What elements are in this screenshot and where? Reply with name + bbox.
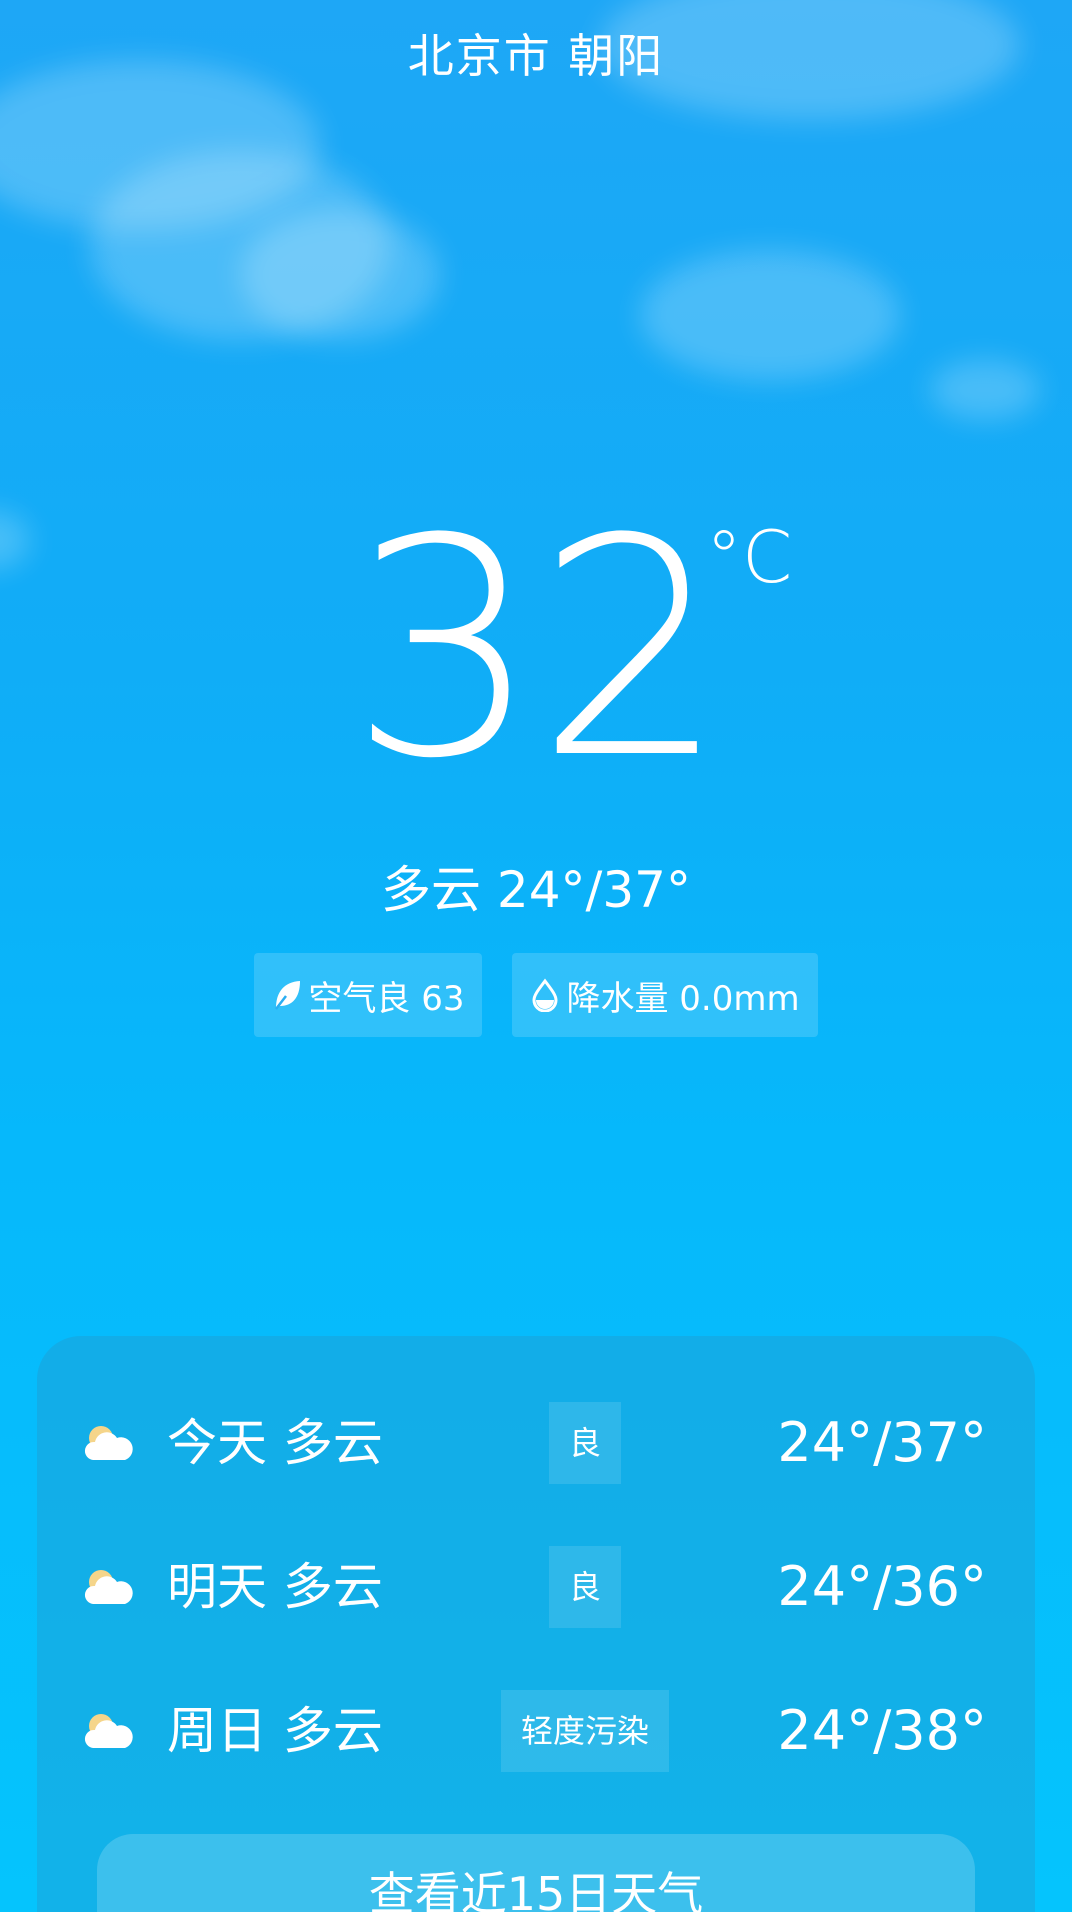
forecast-row[interactable]: 明天 多云 良 24°/36°: [37, 1542, 1035, 1632]
raindrop-icon: [532, 978, 558, 1012]
temperature-unit: °C: [706, 515, 793, 599]
leaf-icon: [275, 981, 301, 1010]
air-quality-label: 空气良 63: [308, 978, 465, 1019]
forecast-row[interactable]: 今天 多云 良 24°/37°: [37, 1398, 1035, 1488]
partly-cloudy-icon: [84, 1714, 133, 1748]
view-15-day-forecast-button[interactable]: 查看近15日天气: [97, 1834, 975, 1912]
aqi-badge: 良: [548, 1546, 622, 1628]
forecast-row[interactable]: 周日 多云 轻度污染 24°/38°: [37, 1686, 1035, 1776]
location-title[interactable]: 北京市 朝阳: [0, 20, 1072, 86]
air-quality-chip[interactable]: 空气良 63: [254, 953, 483, 1037]
forecast-day: 周日 多云: [167, 1702, 383, 1760]
forecast-day: 今天 多云: [167, 1414, 383, 1472]
precipitation-label: 降水量 0.0mm: [566, 978, 800, 1019]
forecast-card: 今天 多云 良 24°/37° 明天 多云 良 24°/36° 周日 多云 轻度…: [37, 1336, 1035, 1912]
cloud-decoration: [240, 210, 440, 340]
aqi-badge: 轻度污染: [500, 1690, 670, 1772]
weather-screen: 北京市 朝阳 32 °C 多云 24°/37° 空气良 63 降水量 0.0mm: [0, 0, 1072, 1912]
partly-cloudy-icon: [84, 1570, 133, 1604]
forecast-day: 明天 多云: [167, 1558, 383, 1616]
condition-range: 多云 24°/37°: [381, 861, 691, 919]
temperature-range: 24°/38°: [777, 1699, 987, 1762]
info-chips: 空气良 63 降水量 0.0mm: [0, 953, 1072, 1037]
partly-cloudy-icon: [84, 1426, 133, 1460]
cloud-decoration: [930, 360, 1040, 420]
temperature-range: 24°/36°: [777, 1555, 987, 1618]
precipitation-chip[interactable]: 降水量 0.0mm: [512, 953, 818, 1037]
current-temperature: 32: [349, 475, 727, 824]
cloud-decoration: [640, 250, 900, 380]
temperature-range: 24°/37°: [777, 1411, 987, 1474]
current-temperature-block: 32: [0, 500, 1072, 800]
aqi-badge: 良: [548, 1402, 622, 1484]
